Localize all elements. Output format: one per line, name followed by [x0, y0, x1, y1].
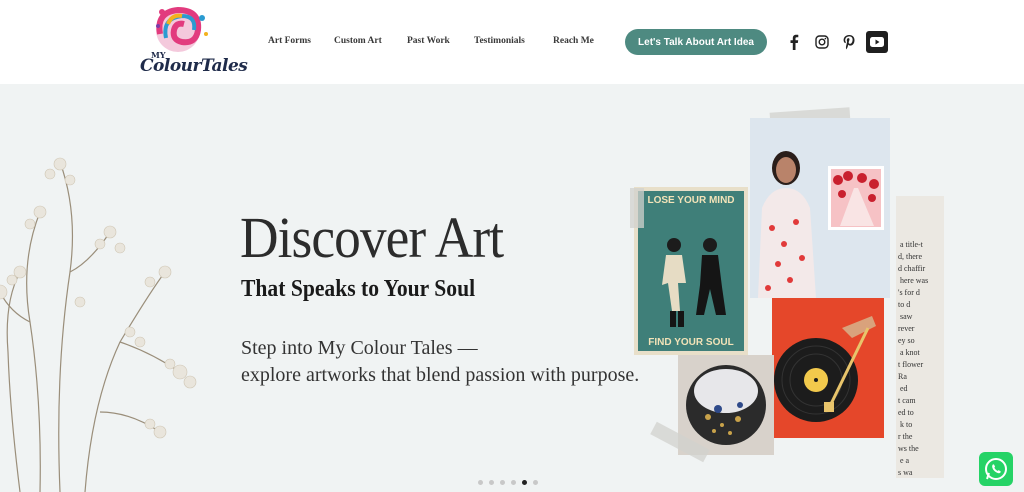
torn-paper-image: a title-t d, there d chaffir here was 's for… [896, 196, 944, 478]
carousel-dots [478, 480, 538, 486]
tape-strip [630, 188, 644, 228]
carousel-dot[interactable] [500, 480, 505, 485]
hero-body-line-2: explore artworks that blend passion with… [241, 364, 640, 386]
paper-text-line: ed [900, 384, 908, 393]
artist-photo [750, 118, 890, 298]
paper-text-line: ws the [898, 444, 919, 453]
pinterest-icon[interactable] [838, 31, 860, 53]
hero-title: Discover Art [240, 205, 504, 270]
paper-text-line: a knot [900, 348, 920, 357]
paper-text-line: s wa [898, 468, 913, 477]
paper-text-line: Ra [898, 372, 907, 381]
paper-text-line: rever [898, 324, 915, 333]
carousel-dot[interactable] [478, 480, 483, 485]
paper-text-line: here was [900, 276, 929, 285]
nav-custom-art[interactable]: Custom Art [334, 36, 382, 46]
carousel-dot[interactable] [489, 480, 494, 485]
paper-text-line: d chaffir [898, 264, 926, 273]
paper-text-line: ey so [898, 336, 915, 345]
carousel-dot[interactable] [511, 480, 516, 485]
vinyl-record-art [772, 298, 884, 438]
paper-text-line: k to [900, 420, 913, 429]
lose-your-mind-poster: LOSE YOUR MIND FIND YOUR SOUL [634, 187, 748, 355]
facebook-icon[interactable] [783, 31, 805, 53]
paper-text-line: d, there [898, 252, 922, 261]
nav-art-forms[interactable]: Art Forms [268, 36, 311, 46]
hero-body-line-1: Step into My Colour Tales — [241, 337, 478, 359]
instagram-icon[interactable] [811, 31, 833, 53]
dried-flowers-image [0, 157, 197, 492]
paper-text-line: a title-t [900, 240, 923, 249]
paper-text-line: 's for d [898, 288, 920, 297]
carousel-dot[interactable] [533, 480, 538, 485]
paper-text-line: r the [898, 432, 913, 441]
carousel-dot[interactable] [522, 480, 527, 485]
youtube-icon[interactable] [866, 31, 888, 53]
nav-reach-me[interactable]: Reach Me [553, 36, 594, 46]
nav-past-work[interactable]: Past Work [407, 36, 450, 46]
site-header: MY ColourTales Art Forms Custom Art Past… [0, 0, 1024, 84]
paper-text-line: ed to [898, 408, 914, 417]
paper-text-line: t flower [898, 360, 924, 369]
cta-button[interactable]: Let's Talk About Art Idea [625, 29, 767, 55]
paper-text-line: e a [900, 456, 910, 465]
poster-bottom-text: FIND YOUR SOUL [648, 337, 734, 348]
nav-testimonials[interactable]: Testimonials [474, 36, 525, 46]
whatsapp-icon[interactable] [979, 452, 1013, 486]
paper-text-line: t cam [898, 396, 916, 405]
logo-text[interactable]: ColourTales [140, 56, 248, 76]
hero-subtitle: That Speaks to Your Soul [241, 276, 476, 302]
paper-text-line: saw [900, 312, 913, 321]
paper-text-line: to d [898, 300, 911, 309]
